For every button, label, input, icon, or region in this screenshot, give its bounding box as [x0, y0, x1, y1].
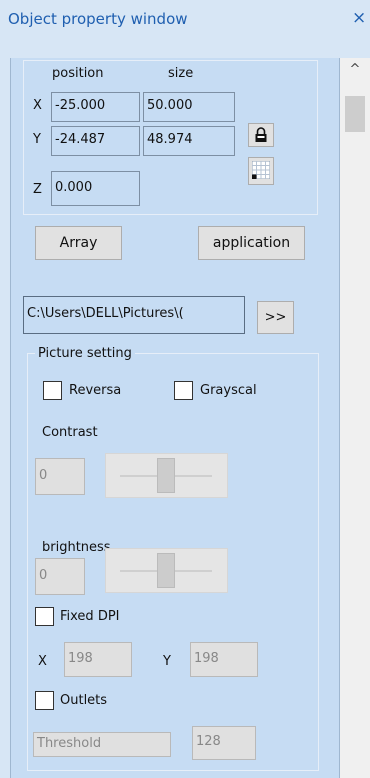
x-size-field[interactable]: 50.000	[143, 92, 235, 122]
contrast-slider-knob[interactable]	[157, 458, 175, 493]
contrast-value-field[interactable]: 0	[35, 458, 85, 495]
y-size-field[interactable]: 48.974	[143, 126, 235, 156]
contrast-label: Contrast	[42, 425, 98, 440]
grid-icon	[252, 161, 270, 179]
vertical-scrollbar[interactable]	[340, 58, 370, 778]
size-header: size	[168, 66, 194, 81]
fixed-dpi-checkbox[interactable]	[35, 607, 54, 626]
fixed-dpi-label: Fixed DPI	[60, 609, 120, 624]
x-label: X	[33, 98, 42, 113]
browse-button[interactable]: >>	[257, 301, 294, 334]
position-header: position	[52, 66, 104, 81]
brightness-slider-knob[interactable]	[157, 553, 175, 588]
close-icon[interactable]: ×	[352, 8, 366, 28]
reverse-checkbox[interactable]	[43, 381, 62, 400]
threshold-label: Threshold	[33, 732, 171, 757]
dpi-x-field[interactable]: 198	[64, 642, 132, 677]
dpi-y-field[interactable]: 198	[190, 642, 258, 677]
picture-setting-legend: Picture setting	[35, 346, 135, 361]
y-label: Y	[33, 132, 41, 147]
outlets-label: Outlets	[60, 693, 108, 708]
window-title: Object property window	[8, 10, 188, 28]
scrollbar-thumb[interactable]	[345, 96, 365, 132]
outlets-checkbox[interactable]	[35, 691, 54, 710]
x-position-field[interactable]: -25.000	[51, 92, 140, 122]
scroll-up-icon[interactable]: ^	[340, 62, 370, 82]
brightness-label: brightness	[42, 540, 111, 555]
reverse-label: Reversa	[69, 383, 122, 398]
z-label: Z	[33, 182, 42, 197]
brightness-value-field[interactable]: 0	[35, 558, 85, 595]
grayscale-checkbox[interactable]	[174, 381, 193, 400]
dpi-x-label: X	[38, 654, 47, 669]
lock-icon	[255, 127, 267, 142]
threshold-value-field[interactable]: 128	[192, 726, 256, 760]
grayscale-label: Grayscal	[200, 383, 257, 398]
array-button[interactable]: Array	[35, 226, 122, 260]
z-position-field[interactable]: 0.000	[51, 171, 140, 206]
y-position-field[interactable]: -24.487	[51, 126, 140, 156]
dpi-y-label: Y	[163, 654, 171, 669]
application-button[interactable]: application	[198, 226, 305, 260]
file-path-field[interactable]: C:\Users\DELL\Pictures\(	[23, 296, 245, 334]
